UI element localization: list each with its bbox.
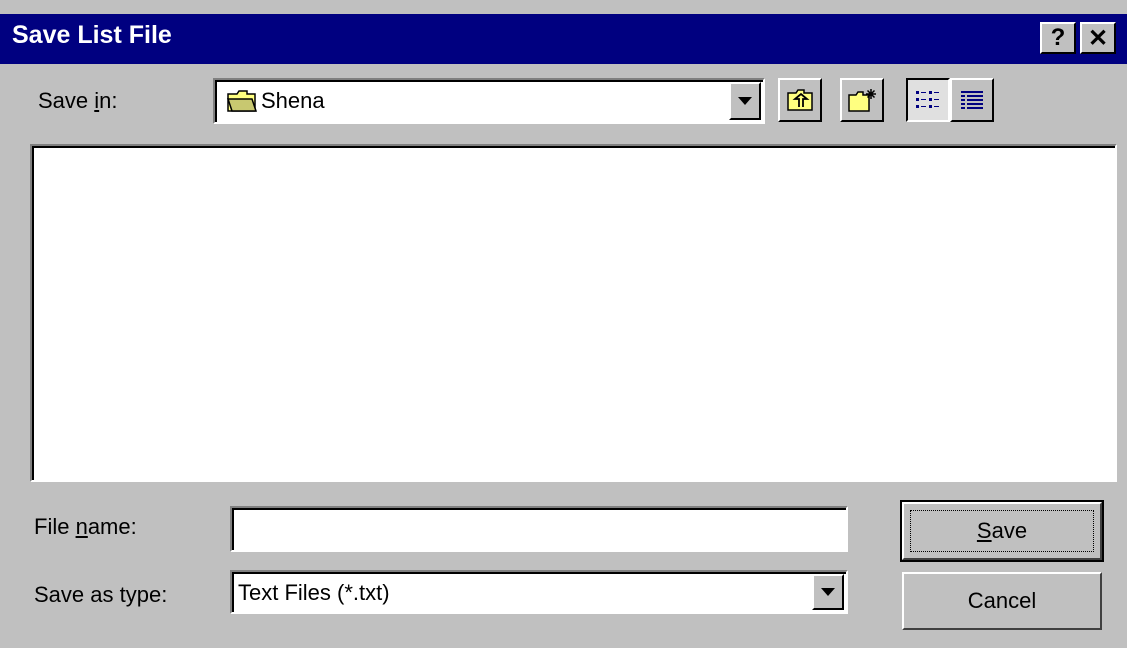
- save-in-label: Save in:: [38, 88, 118, 113]
- help-button[interactable]: ?: [1040, 22, 1076, 54]
- close-button[interactable]: ✕: [1080, 22, 1116, 54]
- details-view-icon: [961, 91, 983, 109]
- chevron-down-icon: [821, 588, 835, 596]
- title-bar[interactable]: Save List File ? ✕: [0, 14, 1127, 64]
- cancel-label: Cancel: [967, 588, 1037, 613]
- save-as-type-dropdown-button[interactable]: [812, 574, 844, 610]
- details-view-button[interactable]: [950, 78, 994, 122]
- save-in-value: Shena: [261, 88, 325, 113]
- chevron-down-icon: [738, 97, 752, 105]
- file-name-field[interactable]: [230, 506, 848, 552]
- save-in-dropdown-button[interactable]: [729, 82, 761, 120]
- create-new-folder-button[interactable]: [840, 78, 884, 122]
- save-as-type-combo[interactable]: Text Files (*.txt): [230, 570, 848, 614]
- file-name-label: File name:: [34, 514, 137, 539]
- up-one-level-button[interactable]: [778, 78, 822, 122]
- create-new-folder-icon: [848, 89, 876, 112]
- up-one-level-icon: [787, 89, 813, 111]
- save-as-type-value: Text Files (*.txt): [238, 580, 390, 605]
- file-list[interactable]: [30, 144, 1117, 482]
- help-icon: ?: [1050, 24, 1066, 51]
- folder-icon: [227, 90, 257, 112]
- close-icon: ✕: [1087, 24, 1109, 52]
- list-view-icon: [916, 91, 939, 108]
- save-in-combo[interactable]: Shena: [213, 78, 765, 124]
- save-button[interactable]: Save: [900, 500, 1104, 562]
- save-as-type-label: Save as type:: [34, 582, 168, 607]
- cancel-button[interactable]: Cancel: [902, 572, 1102, 630]
- list-view-button[interactable]: [906, 78, 950, 122]
- window-title: Save List File: [12, 21, 172, 49]
